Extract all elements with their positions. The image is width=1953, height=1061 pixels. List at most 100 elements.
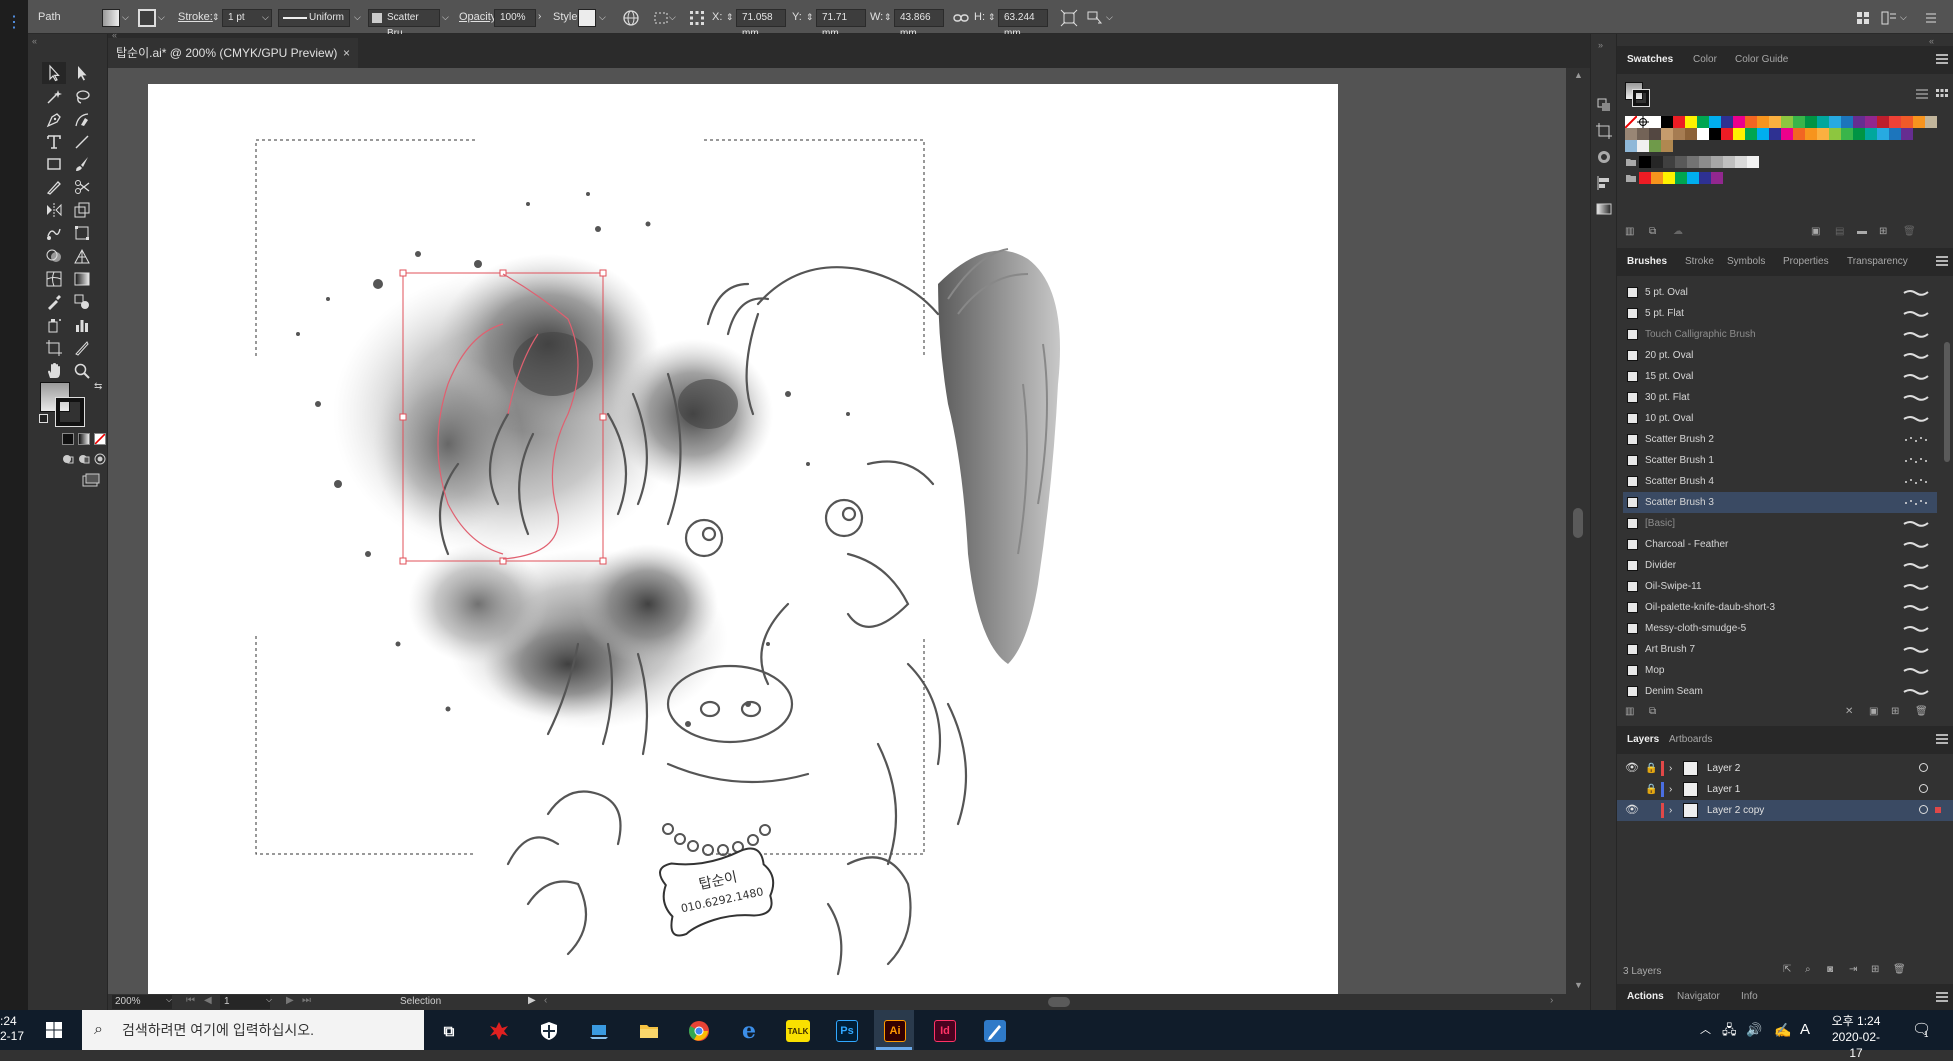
h-field[interactable]: 63.244 mm <box>998 9 1048 39</box>
column-graph-tool-icon[interactable] <box>70 314 94 336</box>
color-swatch[interactable] <box>1877 128 1889 140</box>
chevron-down-icon[interactable]: ⌵ <box>122 0 129 34</box>
chevron-down-icon[interactable]: ⌵ <box>262 0 269 34</box>
align-icon[interactable] <box>1595 174 1613 192</box>
tab-transparency[interactable]: Transparency <box>1847 248 1908 276</box>
chevron-down-icon[interactable]: ⌵ <box>166 995 172 1005</box>
swap-fill-stroke-icon[interactable]: ⇆ <box>94 381 102 392</box>
none-swatch[interactable] <box>1625 116 1637 128</box>
first-artboard-icon[interactable]: ⏮ <box>186 995 195 1006</box>
color-swatch[interactable] <box>1793 116 1805 128</box>
rectangle-tool-icon[interactable] <box>42 153 66 175</box>
scissors-tool-icon[interactable] <box>70 176 94 198</box>
expand-chevron-icon[interactable]: › <box>1669 758 1672 779</box>
shape-builder-tool-icon[interactable] <box>42 245 66 267</box>
stepper-icon[interactable]: ⇕ <box>988 0 996 34</box>
brush-item[interactable]: Scatter Brush 3 <box>1623 492 1937 513</box>
brush-dropdown[interactable]: Scatter Bru... <box>368 9 440 39</box>
opacity-field[interactable]: 100% <box>494 9 536 27</box>
expand-chevron-icon[interactable]: › <box>1669 779 1672 800</box>
kakaotalk-icon[interactable]: TALK <box>786 1020 810 1042</box>
chevron-down-icon[interactable]: ⌵ <box>266 995 272 1005</box>
color-swatch[interactable] <box>1865 128 1877 140</box>
artboards-icon[interactable] <box>1595 122 1613 140</box>
group-swatch[interactable] <box>1663 172 1675 184</box>
gradient-mode-icon[interactable] <box>78 433 90 445</box>
color-swatch[interactable] <box>1769 116 1781 128</box>
new-color-group-icon[interactable]: ▬ <box>1857 226 1867 237</box>
folder-icon[interactable] <box>1625 156 1637 168</box>
color-swatch[interactable] <box>1733 128 1745 140</box>
color-swatch[interactable] <box>1685 128 1697 140</box>
brush-item[interactable]: 30 pt. Flat <box>1623 387 1937 408</box>
tab-stroke[interactable]: Stroke <box>1685 248 1714 276</box>
cloud-icon[interactable]: ☁ <box>1673 226 1683 237</box>
new-swatch-icon[interactable]: ⊞ <box>1879 226 1887 237</box>
panel-stroke-swatch[interactable] <box>1632 89 1650 107</box>
artboard[interactable]: 탑순이 010.6292.1480 <box>148 84 1338 994</box>
horizontal-scroll-thumb[interactable] <box>1048 997 1070 1007</box>
color-swatch[interactable] <box>1721 116 1733 128</box>
draw-inside-icon[interactable] <box>94 453 106 465</box>
brush-item[interactable]: [Basic] <box>1623 513 1937 534</box>
tab-symbols[interactable]: Symbols <box>1727 248 1765 276</box>
pen-tool-icon[interactable] <box>42 109 66 131</box>
color-swatch[interactable] <box>1781 116 1793 128</box>
brush-item[interactable]: 20 pt. Oval <box>1623 345 1937 366</box>
color-swatch[interactable] <box>1661 128 1673 140</box>
shaper-tool-icon[interactable] <box>42 176 66 198</box>
security-shield-icon[interactable] <box>538 1020 560 1042</box>
color-swatch[interactable] <box>1817 116 1829 128</box>
new-brush-icon[interactable]: ⊞ <box>1891 706 1899 717</box>
brush-item[interactable]: Oil-palette-knife-daub-short-3 <box>1623 597 1937 618</box>
color-swatch[interactable] <box>1709 128 1721 140</box>
gray-swatch[interactable] <box>1723 156 1735 168</box>
warp-tool-icon[interactable] <box>42 222 66 244</box>
paintbrush-tool-icon[interactable] <box>70 153 94 175</box>
tab-actions[interactable]: Actions <box>1627 984 1664 1010</box>
recolor-globe-icon[interactable] <box>622 9 640 27</box>
w-field[interactable]: 43.866 mm <box>894 9 944 39</box>
color-swatch[interactable] <box>1901 116 1913 128</box>
gray-swatch[interactable] <box>1639 156 1651 168</box>
gray-swatch[interactable] <box>1711 156 1723 168</box>
more-options-icon[interactable]: ⋮ <box>6 12 22 32</box>
group-swatch[interactable] <box>1687 172 1699 184</box>
delete-brush-icon[interactable]: 🗑 <box>1915 706 1928 717</box>
color-swatch[interactable] <box>1745 128 1757 140</box>
arrange-documents-icon[interactable] <box>1854 9 1872 27</box>
hand-tool-icon[interactable] <box>42 360 66 382</box>
group-swatch[interactable] <box>1711 172 1723 184</box>
color-swatch[interactable] <box>1625 128 1637 140</box>
fill-swatch[interactable] <box>102 9 120 27</box>
libraries-icon[interactable] <box>1595 96 1613 114</box>
stepper-icon[interactable]: ⇕ <box>726 0 734 34</box>
brush-item[interactable]: Art Brush 7 <box>1623 639 1937 660</box>
new-layer-icon[interactable]: ⊞ <box>1871 964 1879 975</box>
list-view-icon[interactable] <box>1915 88 1929 100</box>
photoshop-icon[interactable]: Ps <box>836 1020 858 1042</box>
scroll-right-icon[interactable]: › <box>1550 995 1553 1006</box>
mesh-tool-icon[interactable] <box>42 268 66 290</box>
selection-tool-icon[interactable] <box>42 62 66 84</box>
appearance-icon[interactable] <box>1595 148 1613 166</box>
visibility-eye-icon[interactable]: 👁 <box>1625 758 1639 779</box>
color-swatch[interactable] <box>1889 116 1901 128</box>
volume-icon[interactable]: 🔊 <box>1746 1010 1762 1050</box>
pattern-swatch[interactable] <box>1661 140 1673 152</box>
brush-item[interactable]: Denim Seam <box>1623 681 1937 702</box>
color-swatch[interactable] <box>1685 116 1697 128</box>
color-swatch[interactable] <box>1877 116 1889 128</box>
expand-icon[interactable]: » <box>1598 40 1603 50</box>
color-swatch[interactable] <box>1805 128 1817 140</box>
color-swatch[interactable] <box>1673 128 1685 140</box>
libraries-panel-icon[interactable]: ⧉ <box>1649 706 1656 717</box>
color-swatch[interactable] <box>1805 116 1817 128</box>
status-menu-icon[interactable]: ▶ <box>528 995 536 1006</box>
color-swatch[interactable] <box>1769 128 1781 140</box>
registration-swatch[interactable] <box>1637 116 1649 128</box>
visibility-eye-icon[interactable]: 👁 <box>1625 800 1639 821</box>
gray-swatch[interactable] <box>1687 156 1699 168</box>
eyedropper-tool-icon[interactable] <box>42 291 66 313</box>
color-swatch[interactable] <box>1853 116 1865 128</box>
